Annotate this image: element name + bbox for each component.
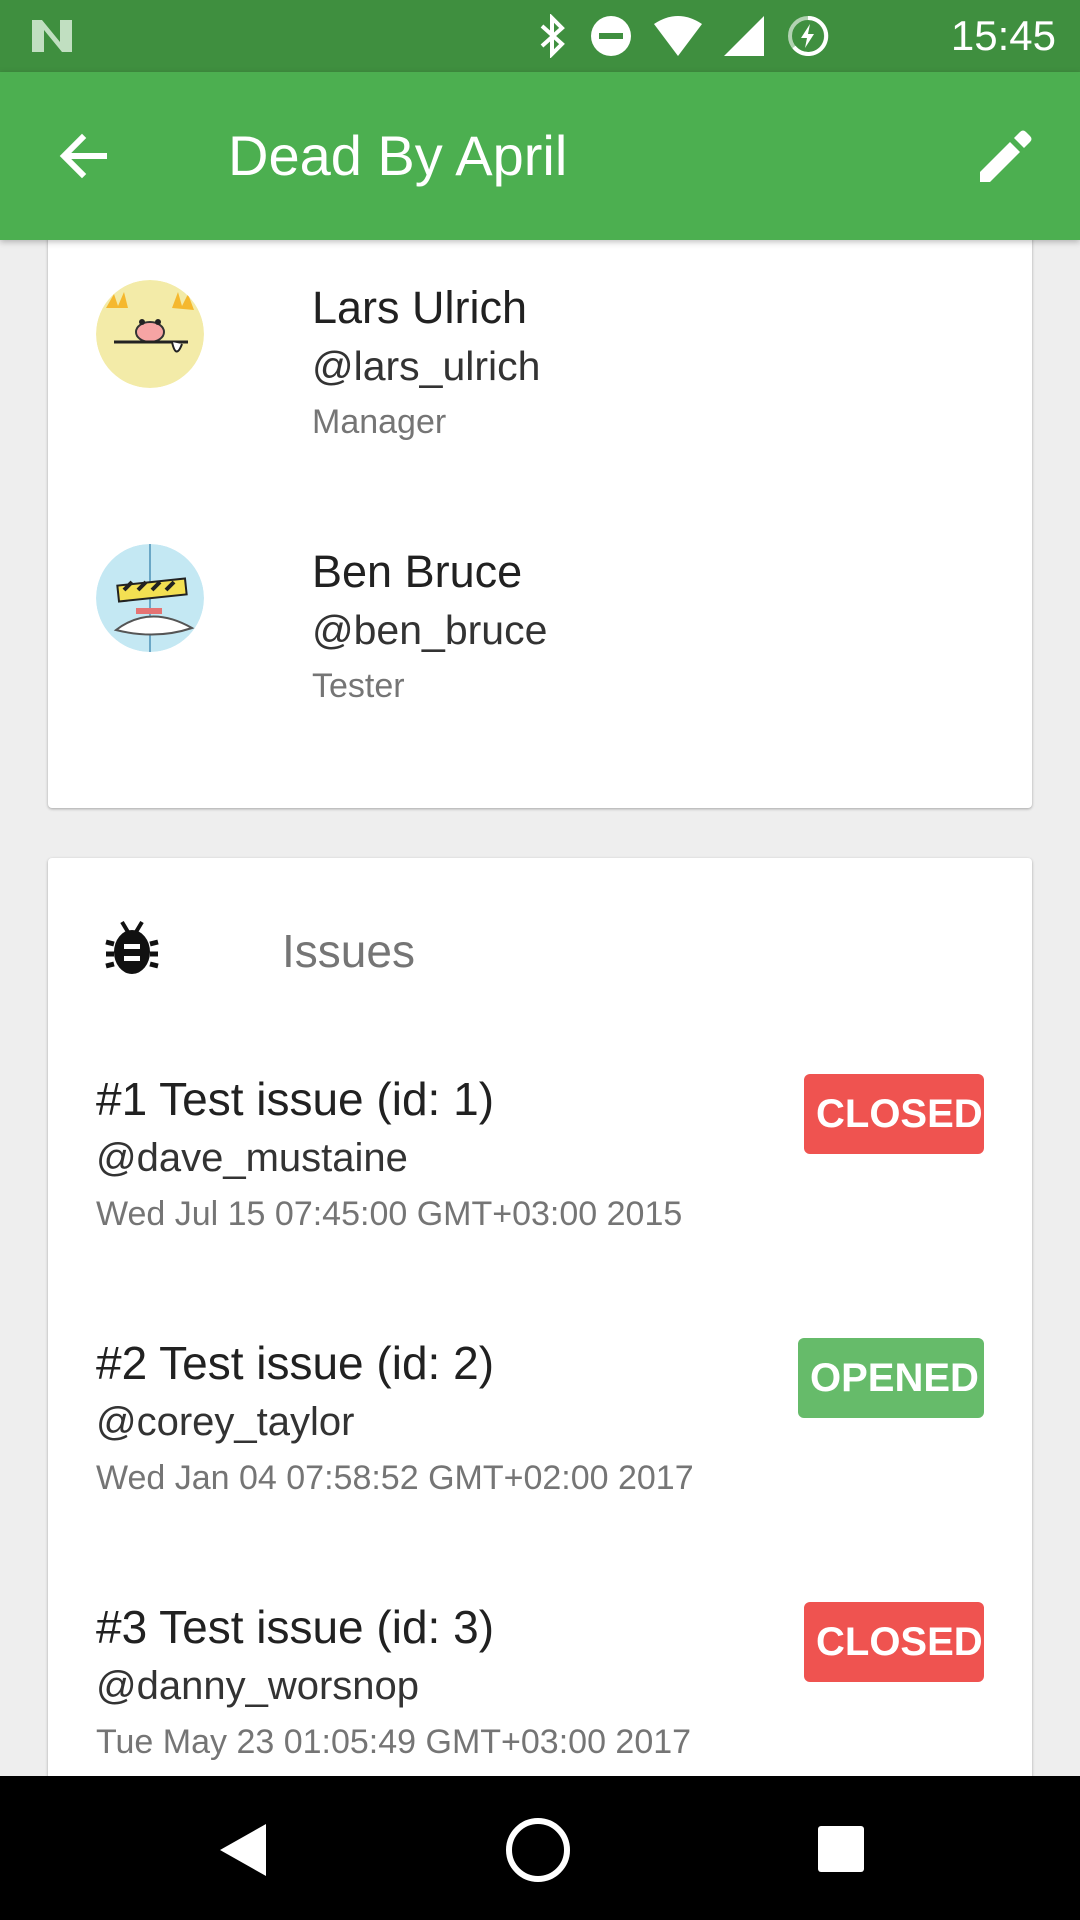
issues-title: Issues [282, 925, 415, 977]
avatar [96, 544, 204, 652]
status-badge: CLOSED [804, 1602, 984, 1682]
nav-back-icon[interactable] [214, 1820, 270, 1880]
status-badge: CLOSED [804, 1074, 984, 1154]
bug-icon [105, 920, 159, 974]
navigation-bar [0, 1776, 1080, 1920]
issues-card: Issues #1 Test issue (id: 1) @dave_musta… [48, 858, 1032, 1776]
status-time: 15:45 [950, 12, 1056, 59]
issue-item[interactable]: #2 Test issue (id: 2) @corey_taylor Wed … [96, 1336, 1032, 1576]
app-bar: Dead By April [0, 72, 1080, 240]
member-item[interactable]: Ben Bruce @ben_bruce Tester [96, 492, 996, 712]
wifi-icon [654, 16, 702, 56]
n-logo-icon [32, 20, 72, 52]
edit-pencil-icon[interactable] [972, 124, 1036, 188]
status-bar: 15:45 [0, 0, 1080, 72]
member-name: Lars Ulrich [312, 282, 528, 333]
battery-charging-icon [788, 15, 829, 56]
arrow-back-icon[interactable] [52, 124, 116, 188]
issue-date: Wed Jul 15 07:45:00 GMT+03:00 2015 [96, 1195, 683, 1233]
member-name: Ben Bruce [312, 546, 523, 597]
issue-author: @dave_mustaine [96, 1136, 408, 1180]
issue-item[interactable]: #1 Test issue (id: 1) @dave_mustaine Wed… [96, 1072, 1032, 1312]
nav-home-icon[interactable] [504, 1816, 572, 1884]
member-item[interactable]: Lars Ulrich @lars_ulrich Manager [96, 240, 996, 448]
members-card: Lars Ulrich @lars_ulrich Manager Ben Bru… [48, 240, 1032, 808]
issues-header: Issues [104, 910, 984, 990]
issue-author: @danny_worsnop [96, 1664, 420, 1708]
issue-title: #3 Test issue (id: 3) [96, 1601, 495, 1653]
issue-author: @corey_taylor [96, 1400, 355, 1444]
issue-title: #2 Test issue (id: 2) [96, 1337, 495, 1389]
issue-date: Tue May 23 01:05:49 GMT+03:00 2017 [96, 1723, 692, 1761]
issue-item[interactable]: #3 Test issue (id: 3) @danny_worsnop Tue… [96, 1600, 1032, 1776]
member-role: Tester [312, 667, 405, 705]
do-not-disturb-icon [591, 16, 631, 56]
page-title: Dead By April [228, 124, 568, 187]
issue-title: #1 Test issue (id: 1) [96, 1073, 495, 1125]
cell-signal-icon [724, 16, 764, 56]
member-role: Manager [312, 403, 447, 441]
issue-date: Wed Jan 04 07:58:52 GMT+02:00 2017 [96, 1459, 694, 1497]
nav-recent-icon[interactable] [816, 1824, 866, 1874]
member-handle: @ben_bruce [312, 607, 548, 653]
status-badge: OPENED [798, 1338, 984, 1418]
member-handle: @lars_ulrich [312, 343, 541, 389]
avatar [96, 280, 204, 388]
bluetooth-icon [540, 14, 565, 58]
content-scroll-area[interactable]: Lars Ulrich @lars_ulrich Manager Ben Bru… [0, 240, 1080, 1776]
